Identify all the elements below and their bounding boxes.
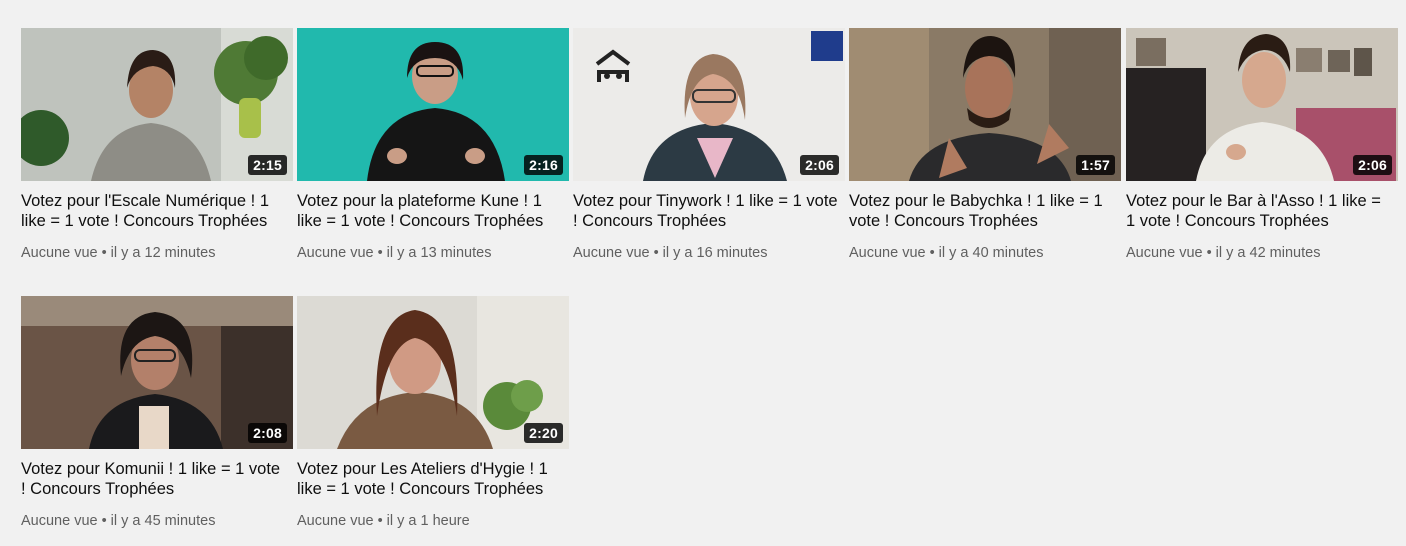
video-duration: 2:16 [524, 155, 563, 175]
upload-age: il y a 12 minutes [110, 245, 216, 261]
video-metadata: Aucune vue • il y a 45 minutes [21, 511, 293, 531]
video-thumbnail[interactable]: 2:06 [1126, 28, 1398, 181]
upload-age: il y a 1 heure [386, 513, 470, 529]
video-title[interactable]: Votez pour la plateforme Kune ! 1 like =… [297, 191, 569, 231]
upload-age: il y a 42 minutes [1215, 245, 1321, 261]
video-metadata: Aucune vue • il y a 40 minutes [849, 243, 1121, 263]
video-card[interactable]: 2:15 Votez pour l'Escale Numérique ! 1 l… [21, 28, 293, 263]
video-duration: 2:08 [248, 423, 287, 443]
view-count: Aucune vue [1126, 245, 1203, 261]
video-duration: 2:15 [248, 155, 287, 175]
video-duration: 2:06 [1353, 155, 1392, 175]
video-grid: 2:15 Votez pour l'Escale Numérique ! 1 l… [0, 0, 1406, 546]
video-card[interactable]: 2:08 Votez pour Komunii ! 1 like = 1 vot… [21, 296, 293, 531]
video-card[interactable]: 2:06 Votez pour le Bar à l'Asso ! 1 like… [1126, 28, 1398, 263]
video-card[interactable]: 2:20 Votez pour Les Ateliers d'Hygie ! 1… [297, 296, 569, 531]
video-thumbnail[interactable]: 2:15 [21, 28, 293, 181]
view-count: Aucune vue [573, 245, 650, 261]
video-card[interactable]: 1:57 Votez pour le Babychka ! 1 like = 1… [849, 28, 1121, 263]
video-duration: 2:20 [524, 423, 563, 443]
separator-dot: • [101, 245, 107, 261]
upload-age: il y a 16 minutes [662, 245, 768, 261]
upload-age: il y a 40 minutes [938, 245, 1044, 261]
view-count: Aucune vue [21, 513, 98, 529]
video-title[interactable]: Votez pour Tinywork ! 1 like = 1 vote ! … [573, 191, 845, 231]
view-count: Aucune vue [849, 245, 926, 261]
video-duration: 2:06 [800, 155, 839, 175]
separator-dot: • [377, 245, 383, 261]
video-metadata: Aucune vue • il y a 13 minutes [297, 243, 569, 263]
video-title[interactable]: Votez pour Les Ateliers d'Hygie ! 1 like… [297, 459, 569, 499]
video-thumbnail[interactable]: 2:16 [297, 28, 569, 181]
video-thumbnail[interactable]: 2:06 [573, 28, 845, 181]
separator-dot: • [1206, 245, 1212, 261]
video-thumbnail[interactable]: 1:57 [849, 28, 1121, 181]
view-count: Aucune vue [21, 245, 98, 261]
view-count: Aucune vue [297, 513, 374, 529]
separator-dot: • [929, 245, 935, 261]
video-title[interactable]: Votez pour le Babychka ! 1 like = 1 vote… [849, 191, 1121, 231]
video-thumbnail[interactable]: 2:08 [21, 296, 293, 449]
video-title[interactable]: Votez pour le Bar à l'Asso ! 1 like = 1 … [1126, 191, 1398, 231]
upload-age: il y a 13 minutes [386, 245, 492, 261]
video-metadata: Aucune vue • il y a 16 minutes [573, 243, 845, 263]
upload-age: il y a 45 minutes [110, 513, 216, 529]
separator-dot: • [377, 513, 383, 529]
video-duration: 1:57 [1076, 155, 1115, 175]
video-title[interactable]: Votez pour Komunii ! 1 like = 1 vote ! C… [21, 459, 293, 499]
video-metadata: Aucune vue • il y a 1 heure [297, 511, 569, 531]
separator-dot: • [653, 245, 659, 261]
video-title[interactable]: Votez pour l'Escale Numérique ! 1 like =… [21, 191, 293, 231]
video-metadata: Aucune vue • il y a 12 minutes [21, 243, 293, 263]
view-count: Aucune vue [297, 245, 374, 261]
video-card[interactable]: 2:16 Votez pour la plateforme Kune ! 1 l… [297, 28, 569, 263]
video-thumbnail[interactable]: 2:20 [297, 296, 569, 449]
video-card[interactable]: 2:06 Votez pour Tinywork ! 1 like = 1 vo… [573, 28, 845, 263]
video-metadata: Aucune vue • il y a 42 minutes [1126, 243, 1398, 263]
separator-dot: • [101, 513, 107, 529]
